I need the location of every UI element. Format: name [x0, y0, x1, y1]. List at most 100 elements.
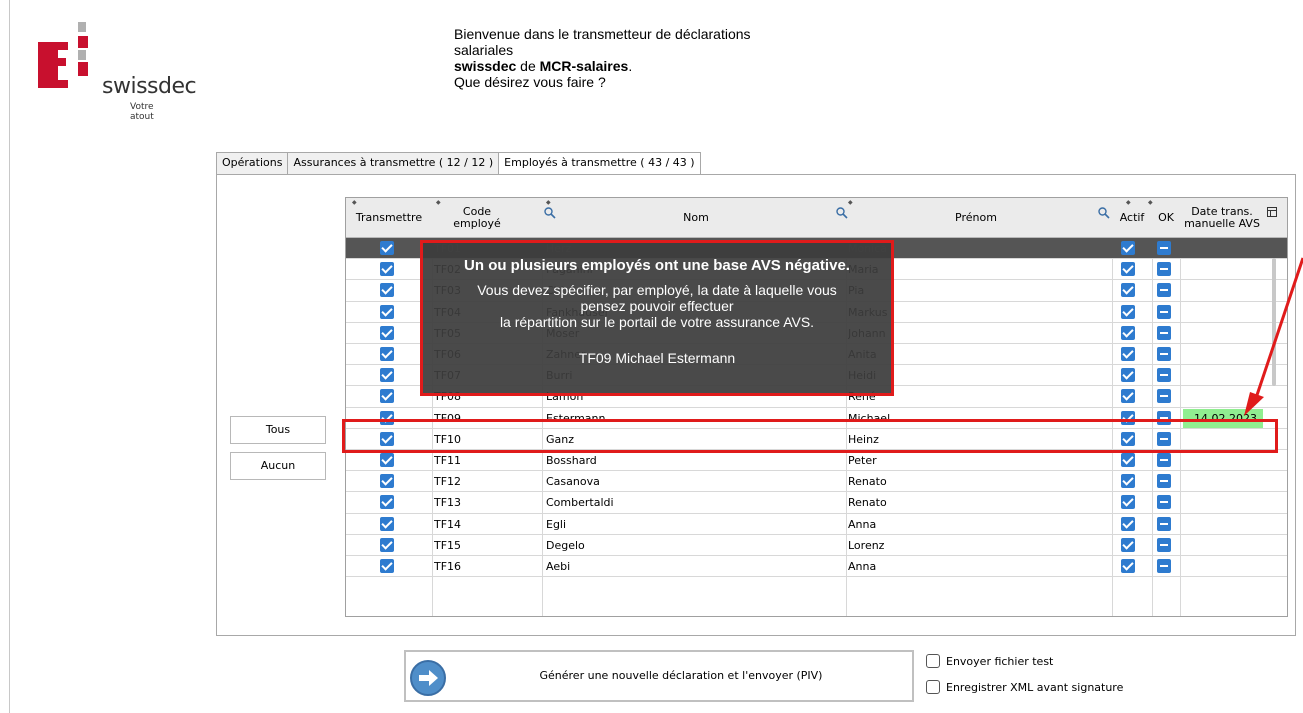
col-firstname[interactable]: Prénom [846, 198, 1106, 238]
cell-name: Egli [546, 517, 567, 531]
window-left-border [9, 0, 10, 713]
overlay-line3: la répartition sur le portail de votre a… [499, 314, 815, 330]
active-checkbox[interactable] [1121, 453, 1135, 467]
transmit-checkbox[interactable] [380, 325, 394, 340]
col-transmit[interactable]: Transmettre [346, 198, 432, 238]
col-ok[interactable]: OK [1152, 198, 1180, 238]
col-code-line2: employé [453, 217, 501, 230]
table-row[interactable]: TF14 Egli Anna [346, 514, 1287, 535]
save-xml-label: Enregistrer XML avant signature [946, 681, 1124, 694]
cell-name: Combertaldi [546, 496, 614, 510]
send-test-file-label: Envoyer fichier test [946, 655, 1054, 668]
cell-firstname: Peter [848, 454, 877, 467]
col-code[interactable]: Code employé [432, 198, 522, 238]
transmit-checkbox[interactable] [380, 241, 394, 255]
transmit-checkbox[interactable] [380, 389, 394, 404]
ok-indicator[interactable] [1157, 537, 1171, 552]
active-checkbox[interactable] [1121, 537, 1135, 552]
cell-name: Casanova [546, 475, 600, 489]
cell-firstname: Renato [848, 496, 887, 510]
cell-code: TF15 [434, 538, 462, 552]
table-row[interactable]: TF12 Casanova Renato [346, 471, 1287, 493]
cell-code: TF12 [434, 475, 462, 489]
vertical-scrollbar[interactable] [1272, 258, 1276, 386]
ok-indicator[interactable] [1157, 453, 1171, 467]
highlight-frame-row [342, 419, 1278, 453]
select-none-button[interactable]: Aucun [230, 452, 326, 480]
select-all-button[interactable]: Tous [230, 416, 326, 444]
cell-firstname: Anna [848, 560, 877, 573]
ok-indicator[interactable] [1157, 474, 1171, 489]
ok-indicator[interactable] [1157, 389, 1171, 404]
ok-indicator[interactable] [1157, 516, 1171, 531]
generate-label: Générer une nouvelle déclaration et l'en… [539, 669, 823, 682]
transmit-checkbox[interactable] [380, 474, 394, 489]
ok-indicator[interactable] [1157, 325, 1171, 340]
transmit-checkbox[interactable] [380, 495, 394, 510]
table-row[interactable]: TF15 Degelo Lorenz [346, 535, 1287, 556]
warning-overlay: Un ou plusieurs employés ont une base AV… [420, 240, 894, 396]
ok-indicator[interactable] [1157, 283, 1171, 298]
transmit-checkbox[interactable] [380, 283, 394, 298]
welcome-line1: Bienvenue dans le transmetteur de déclar… [454, 26, 751, 42]
ok-indicator[interactable] [1157, 368, 1171, 383]
tab-bar: Opérations Assurances à transmettre ( 12… [216, 152, 701, 176]
active-checkbox[interactable] [1121, 474, 1135, 489]
transmit-checkbox[interactable] [380, 304, 394, 319]
active-checkbox[interactable] [1121, 495, 1135, 510]
active-checkbox[interactable] [1121, 304, 1135, 319]
transmit-checkbox[interactable] [380, 368, 394, 383]
welcome-brand: swissdec [454, 58, 517, 74]
welcome-text: Bienvenue dans le transmetteur de déclar… [454, 26, 854, 90]
col-active[interactable]: Actif [1112, 198, 1152, 238]
welcome-brand-line: swissdec de MCR-salaires. [454, 58, 854, 74]
table-row[interactable]: TF16 Aebi Anna [346, 556, 1287, 578]
active-checkbox[interactable] [1121, 389, 1135, 404]
ok-indicator[interactable] [1157, 262, 1171, 277]
active-checkbox[interactable] [1121, 559, 1135, 573]
tab-employees[interactable]: Employés à transmettre ( 43 / 43 ) [498, 152, 701, 176]
transmit-checkbox[interactable] [380, 262, 394, 277]
transmit-checkbox[interactable] [380, 516, 394, 531]
col-name[interactable]: Nom [546, 198, 846, 238]
search-icon[interactable] [1098, 207, 1110, 219]
send-test-file-checkbox[interactable] [926, 654, 940, 668]
welcome-product: MCR-salaires [539, 58, 629, 74]
active-checkbox[interactable] [1121, 262, 1135, 277]
active-checkbox[interactable] [1121, 283, 1135, 298]
active-checkbox[interactable] [1121, 516, 1135, 531]
table-row[interactable]: TF11 Bosshard Peter [346, 450, 1287, 472]
save-xml-checkbox[interactable] [926, 680, 940, 694]
cell-name: Bosshard [546, 454, 597, 467]
cell-code: TF14 [434, 517, 462, 531]
active-checkbox[interactable] [1121, 325, 1135, 340]
col-date-line2: manuelle AVS [1184, 217, 1260, 230]
welcome-dot: . [628, 58, 633, 74]
tab-operations[interactable]: Opérations [216, 152, 289, 174]
active-checkbox[interactable] [1121, 347, 1135, 361]
cell-firstname: Lorenz [848, 538, 885, 552]
ok-indicator[interactable] [1157, 347, 1171, 361]
ok-indicator[interactable] [1157, 304, 1171, 319]
cell-firstname: Renato [848, 475, 887, 489]
transmit-checkbox[interactable] [380, 347, 394, 361]
ok-indicator[interactable] [1157, 559, 1171, 573]
active-checkbox[interactable] [1121, 368, 1135, 383]
overlay-title: Un ou plusieurs employés ont une base AV… [464, 257, 850, 274]
cell-firstname: Anna [848, 517, 877, 531]
ok-indicator[interactable] [1157, 241, 1171, 255]
transmit-checkbox[interactable] [380, 537, 394, 552]
transmit-checkbox[interactable] [380, 559, 394, 573]
transmit-checkbox[interactable] [380, 453, 394, 467]
generate-declaration-button[interactable]: Générer une nouvelle déclaration et l'en… [404, 650, 914, 702]
arrow-right-icon [410, 660, 446, 696]
welcome-de: de [516, 58, 540, 74]
overlay-message: Vous devez spécifier, par employé, la da… [423, 282, 891, 330]
active-checkbox[interactable] [1121, 241, 1135, 255]
columns-menu-icon[interactable] [1267, 207, 1277, 217]
ok-indicator[interactable] [1157, 495, 1171, 510]
overlay-line1: Vous devez spécifier, par employé, la da… [477, 282, 837, 298]
col-date-avs[interactable]: Date trans. manuelle AVS [1180, 198, 1264, 238]
table-row[interactable]: TF13 Combertaldi Renato [346, 492, 1287, 514]
tab-insurances[interactable]: Assurances à transmettre ( 12 / 12 ) [287, 152, 500, 174]
